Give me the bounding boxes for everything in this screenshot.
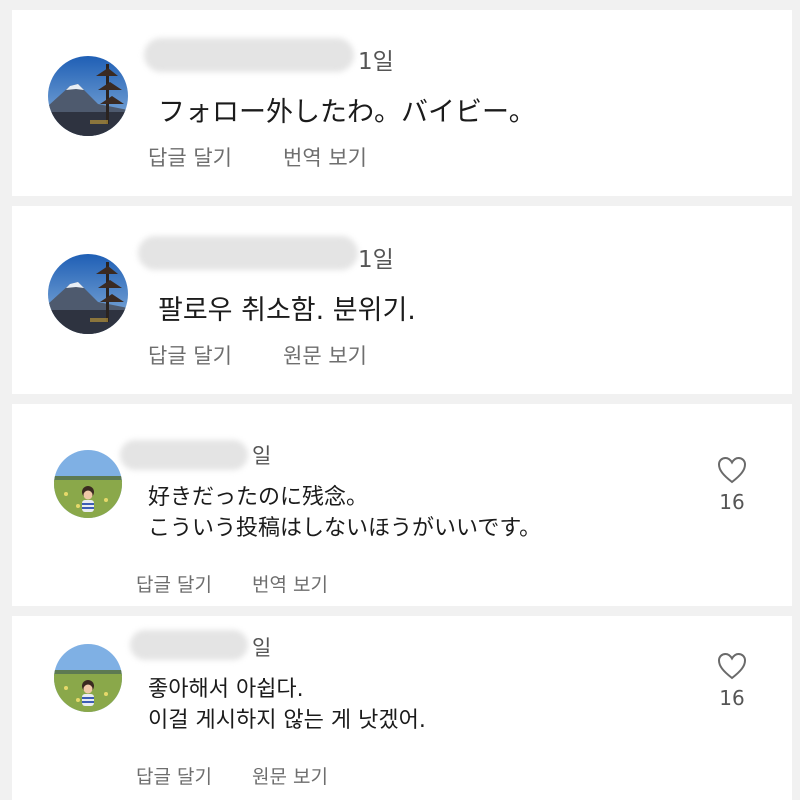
comment-text-line-1: 좋아해서 아쉽다. — [148, 677, 304, 702]
reply-button[interactable]: 답글 달기 — [148, 142, 232, 172]
comment-card: 1일 フォロー外したわ。バイビー。 답글 달기 번역 보기 — [12, 10, 792, 196]
reply-button[interactable]: 답글 달기 — [136, 762, 212, 789]
heart-outline-icon[interactable] — [717, 652, 747, 680]
comment-text: 팔로우 취소함. 분위기. — [158, 295, 416, 326]
reply-button[interactable]: 답글 달기 — [148, 340, 232, 370]
translate-button[interactable]: 번역 보기 — [252, 570, 328, 597]
comment-card: 1일 팔로우 취소함. 분위기. 답글 달기 원문 보기 — [12, 206, 792, 394]
like-count: 16 — [719, 490, 745, 514]
translate-button[interactable]: 원문 보기 — [252, 762, 328, 789]
translate-button[interactable]: 원문 보기 — [283, 340, 367, 370]
redacted-username — [120, 440, 248, 470]
comment-time: 일 — [252, 636, 272, 660]
avatar[interactable] — [54, 644, 122, 712]
comment-text-line-1: 好きだったのに残念。 — [148, 485, 369, 510]
comment-text-line-2: 이걸 게시하지 않는 게 낫겠어. — [148, 708, 426, 733]
redacted-username — [130, 630, 248, 660]
translate-button[interactable]: 번역 보기 — [283, 142, 367, 172]
avatar[interactable] — [54, 450, 122, 518]
redacted-username — [138, 236, 358, 270]
redacted-username — [144, 38, 354, 72]
avatar[interactable] — [48, 56, 128, 136]
comment-time: 1일 — [358, 49, 394, 75]
reply-button[interactable]: 답글 달기 — [136, 570, 212, 597]
like-control[interactable]: 16 — [708, 456, 756, 514]
like-count: 16 — [719, 686, 745, 710]
comment-card: 일 好きだったのに残念。 こういう投稿はしないほうがいいです。 답글 달기 번역… — [12, 404, 792, 606]
comment-card: 일 좋아해서 아쉽다. 이걸 게시하지 않는 게 낫겠어. 답글 달기 원문 보… — [12, 616, 792, 800]
comment-time: 일 — [252, 444, 272, 468]
comment-text-line-2: こういう投稿はしないほうがいいです。 — [148, 516, 542, 541]
comment-text: フォロー外したわ。バイビー。 — [158, 97, 536, 128]
comment-time: 1일 — [358, 247, 394, 273]
heart-outline-icon[interactable] — [717, 456, 747, 484]
avatar[interactable] — [48, 254, 128, 334]
like-control[interactable]: 16 — [708, 652, 756, 710]
